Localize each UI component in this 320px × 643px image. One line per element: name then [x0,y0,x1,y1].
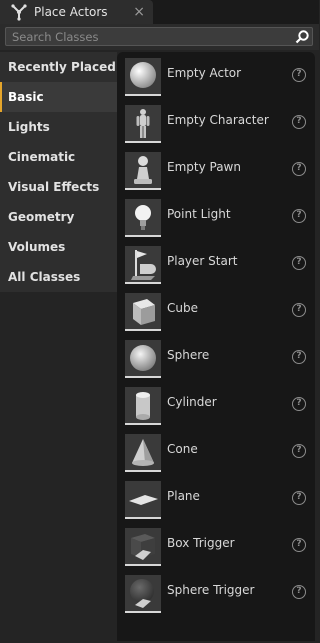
list-item-sphere[interactable]: Sphere ? [117,334,315,381]
sidebar-item-all-classes[interactable]: All Classes [0,262,117,292]
list-item-cube[interactable]: Cube ? [117,287,315,334]
help-icon[interactable]: ? [292,585,306,599]
help-icon[interactable]: ? [292,444,306,458]
tab-place-actors[interactable]: Place Actors × [0,0,153,24]
help-icon[interactable]: ? [292,256,306,270]
light-bulb-icon [125,199,161,237]
actor-label: Sphere [167,348,210,362]
list-item-empty-actor[interactable]: Empty Actor ? [117,52,315,99]
empty-actor-icon [125,58,161,96]
sidebar-item-lights[interactable]: Lights [0,112,117,142]
list-item-point-light[interactable]: Point Light ? [117,193,315,240]
list-item-empty-character[interactable]: Empty Character ? [117,99,315,146]
actor-label: Cone [167,442,198,456]
place-actors-icon [11,4,27,21]
sphere-icon [125,340,161,378]
cube-icon [125,293,161,331]
sidebar-item-basic[interactable]: Basic [0,82,117,112]
help-icon[interactable]: ? [292,397,306,411]
actor-label: Empty Character [167,113,269,127]
tab-title: Place Actors [34,5,108,19]
pawn-icon [125,152,161,190]
plane-icon [125,481,161,519]
help-icon[interactable]: ? [292,209,306,223]
player-start-icon [125,246,161,284]
close-icon[interactable]: × [133,3,145,21]
character-icon [125,105,161,143]
actor-label: Box Trigger [167,536,235,550]
sidebar-item-cinematic[interactable]: Cinematic [0,142,117,172]
cylinder-icon [125,387,161,425]
list-item-player-start[interactable]: Player Start ? [117,240,315,287]
actor-list: Empty Actor ? Empty Character ? Empty Pa… [117,52,315,641]
search-input[interactable] [6,28,298,45]
actor-label: Cylinder [167,395,217,409]
help-icon[interactable]: ? [292,115,306,129]
actor-label: Cube [167,301,198,315]
title-bar: Place Actors × [0,0,319,24]
list-item-sphere-trigger[interactable]: Sphere Trigger ? [117,569,315,616]
category-sidebar: Recently Placed Basic Lights Cinematic V… [0,52,117,292]
list-item-cone[interactable]: Cone ? [117,428,315,475]
actor-label: Sphere Trigger [167,583,255,597]
help-icon[interactable]: ? [292,303,306,317]
help-icon[interactable]: ? [292,491,306,505]
actor-label: Point Light [167,207,231,221]
box-trigger-icon [125,528,161,566]
actor-label: Empty Pawn [167,160,241,174]
list-item-empty-pawn[interactable]: Empty Pawn ? [117,146,315,193]
search-bar [0,24,319,50]
help-icon[interactable]: ? [292,350,306,364]
list-item-cylinder[interactable]: Cylinder ? [117,381,315,428]
search-icon[interactable] [294,29,310,45]
sidebar-item-visual-effects[interactable]: Visual Effects [0,172,117,202]
list-item-plane[interactable]: Plane ? [117,475,315,522]
help-icon[interactable]: ? [292,68,306,82]
list-item-box-trigger[interactable]: Box Trigger ? [117,522,315,569]
actor-label: Player Start [167,254,238,268]
help-icon[interactable]: ? [292,538,306,552]
sidebar-item-recently-placed[interactable]: Recently Placed [0,52,117,82]
actor-label: Plane [167,489,200,503]
sidebar-item-volumes[interactable]: Volumes [0,232,117,262]
actor-label: Empty Actor [167,66,242,80]
search-box [5,27,313,46]
cone-icon [125,434,161,472]
help-icon[interactable]: ? [292,162,306,176]
sidebar-item-geometry[interactable]: Geometry [0,202,117,232]
sphere-trigger-icon [125,575,161,613]
